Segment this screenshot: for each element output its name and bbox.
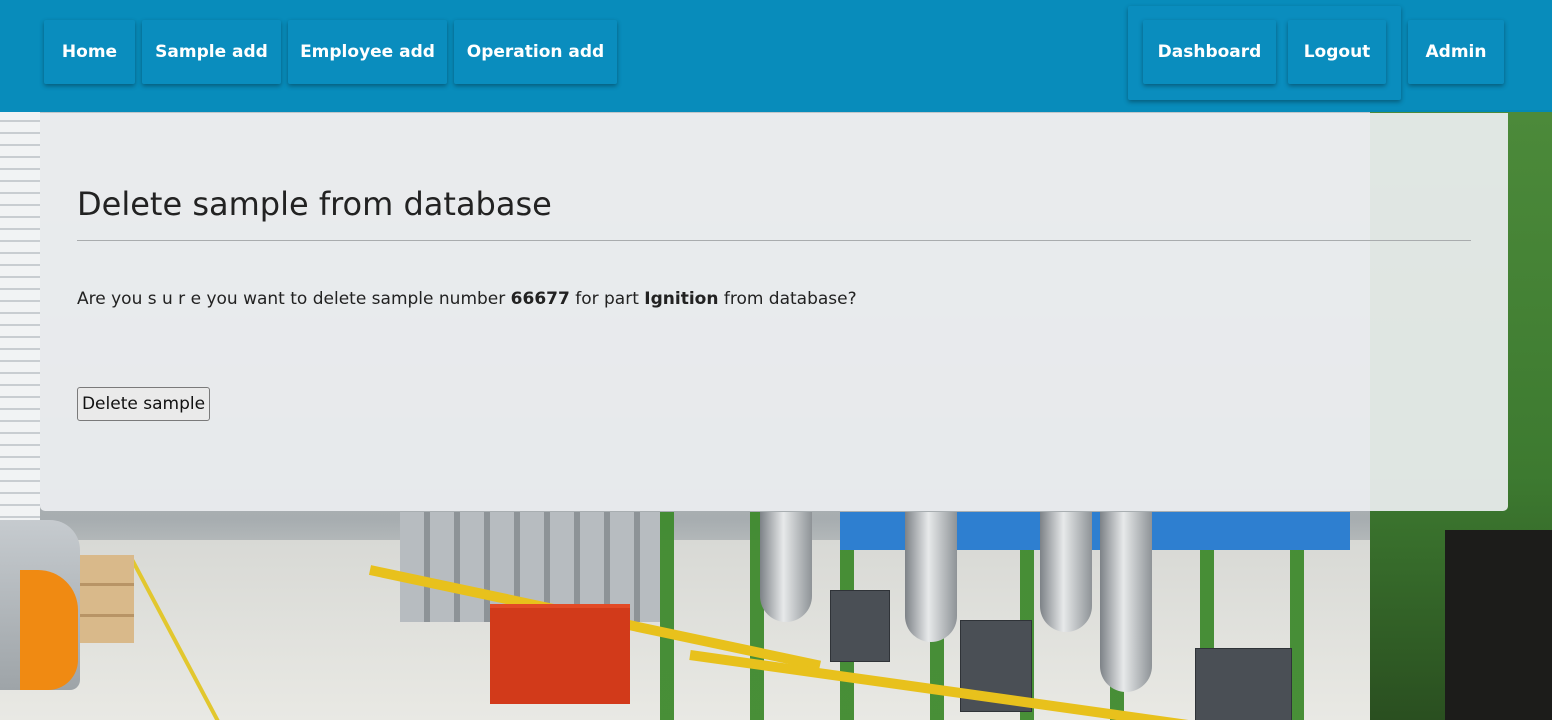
content-panel: Delete sample from database Are you s u … [40, 113, 1508, 511]
confirm-question: Are you s u r e you want to delete sampl… [77, 289, 857, 309]
delete-sample-button[interactable]: Delete sample [77, 387, 210, 421]
nav-logout-link[interactable]: Logout [1288, 20, 1386, 84]
title-divider [77, 240, 1471, 241]
nav-employee-add-link[interactable]: Employee add [288, 20, 447, 84]
top-navbar: Home Sample add Employee add Operation a… [0, 0, 1552, 112]
background-machine-box [830, 590, 890, 662]
question-middle: for part [569, 289, 645, 309]
nav-home-link[interactable]: Home [44, 20, 135, 84]
background-pipe [1100, 512, 1152, 692]
nav-admin-link[interactable]: Admin [1408, 20, 1504, 84]
nav-sample-add-link[interactable]: Sample add [142, 20, 281, 84]
background-pipe [905, 512, 957, 642]
background-forklift-body [20, 570, 78, 690]
background-pipe [760, 512, 812, 622]
background-machine-box [1195, 648, 1292, 720]
page-title: Delete sample from database [77, 185, 552, 223]
background-crates [78, 555, 134, 643]
nav-operation-add-link[interactable]: Operation add [454, 20, 617, 84]
background-wall-left [0, 110, 40, 530]
background-pipe [1040, 512, 1092, 632]
sample-number: 66677 [510, 289, 570, 309]
part-name: Ignition [644, 289, 719, 309]
background-red-bin [490, 604, 630, 704]
nav-dashboard-link[interactable]: Dashboard [1143, 20, 1276, 84]
question-prefix: Are you s u r e you want to delete sampl… [77, 289, 511, 309]
question-suffix: from database? [718, 289, 857, 309]
background-wall-shadow [1445, 530, 1552, 720]
